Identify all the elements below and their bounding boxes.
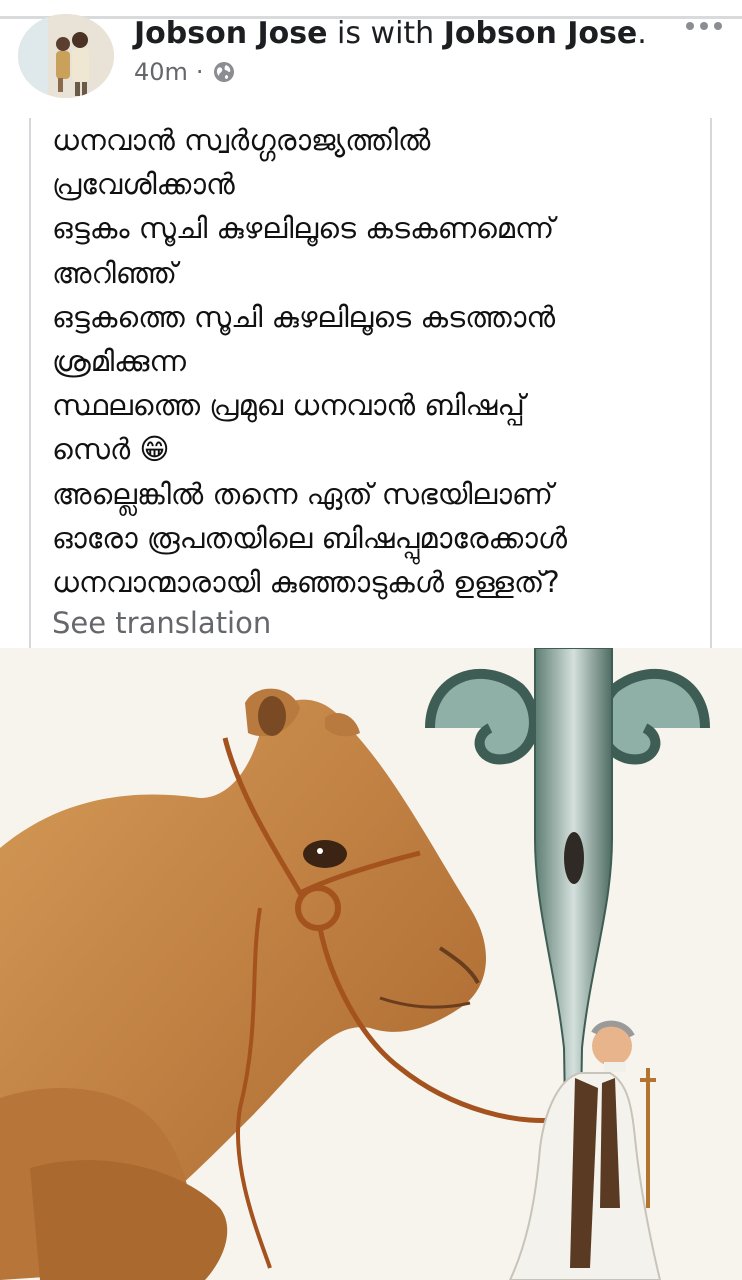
author-name[interactable]: Jobson Jose <box>134 16 328 51</box>
tagged-name[interactable]: Jobson Jose <box>444 16 638 51</box>
avatar-photo <box>18 14 114 98</box>
see-translation-link[interactable]: See translation <box>52 606 271 640</box>
post-meta: 40m · <box>134 58 236 86</box>
text-left-divider <box>29 118 31 648</box>
post-time[interactable]: 40m <box>134 58 188 86</box>
more-options-icon[interactable] <box>686 22 722 30</box>
period: . <box>637 16 647 51</box>
camel-needle-illustration <box>0 648 742 1280</box>
post-image[interactable] <box>0 648 742 1280</box>
with-connector: is with <box>337 16 435 51</box>
meta-separator: · <box>195 58 204 86</box>
post-text: ധനവാൻ സ്വർഗ്ഗരാജ്യത്തിൽ പ്രവേശിക്കാൻ ഒട്… <box>52 123 567 600</box>
author-avatar[interactable] <box>18 14 114 98</box>
post-header-title: Jobson Jose is with Jobson Jose. <box>134 14 647 54</box>
globe-icon[interactable] <box>212 60 236 84</box>
text-right-divider <box>710 118 712 648</box>
